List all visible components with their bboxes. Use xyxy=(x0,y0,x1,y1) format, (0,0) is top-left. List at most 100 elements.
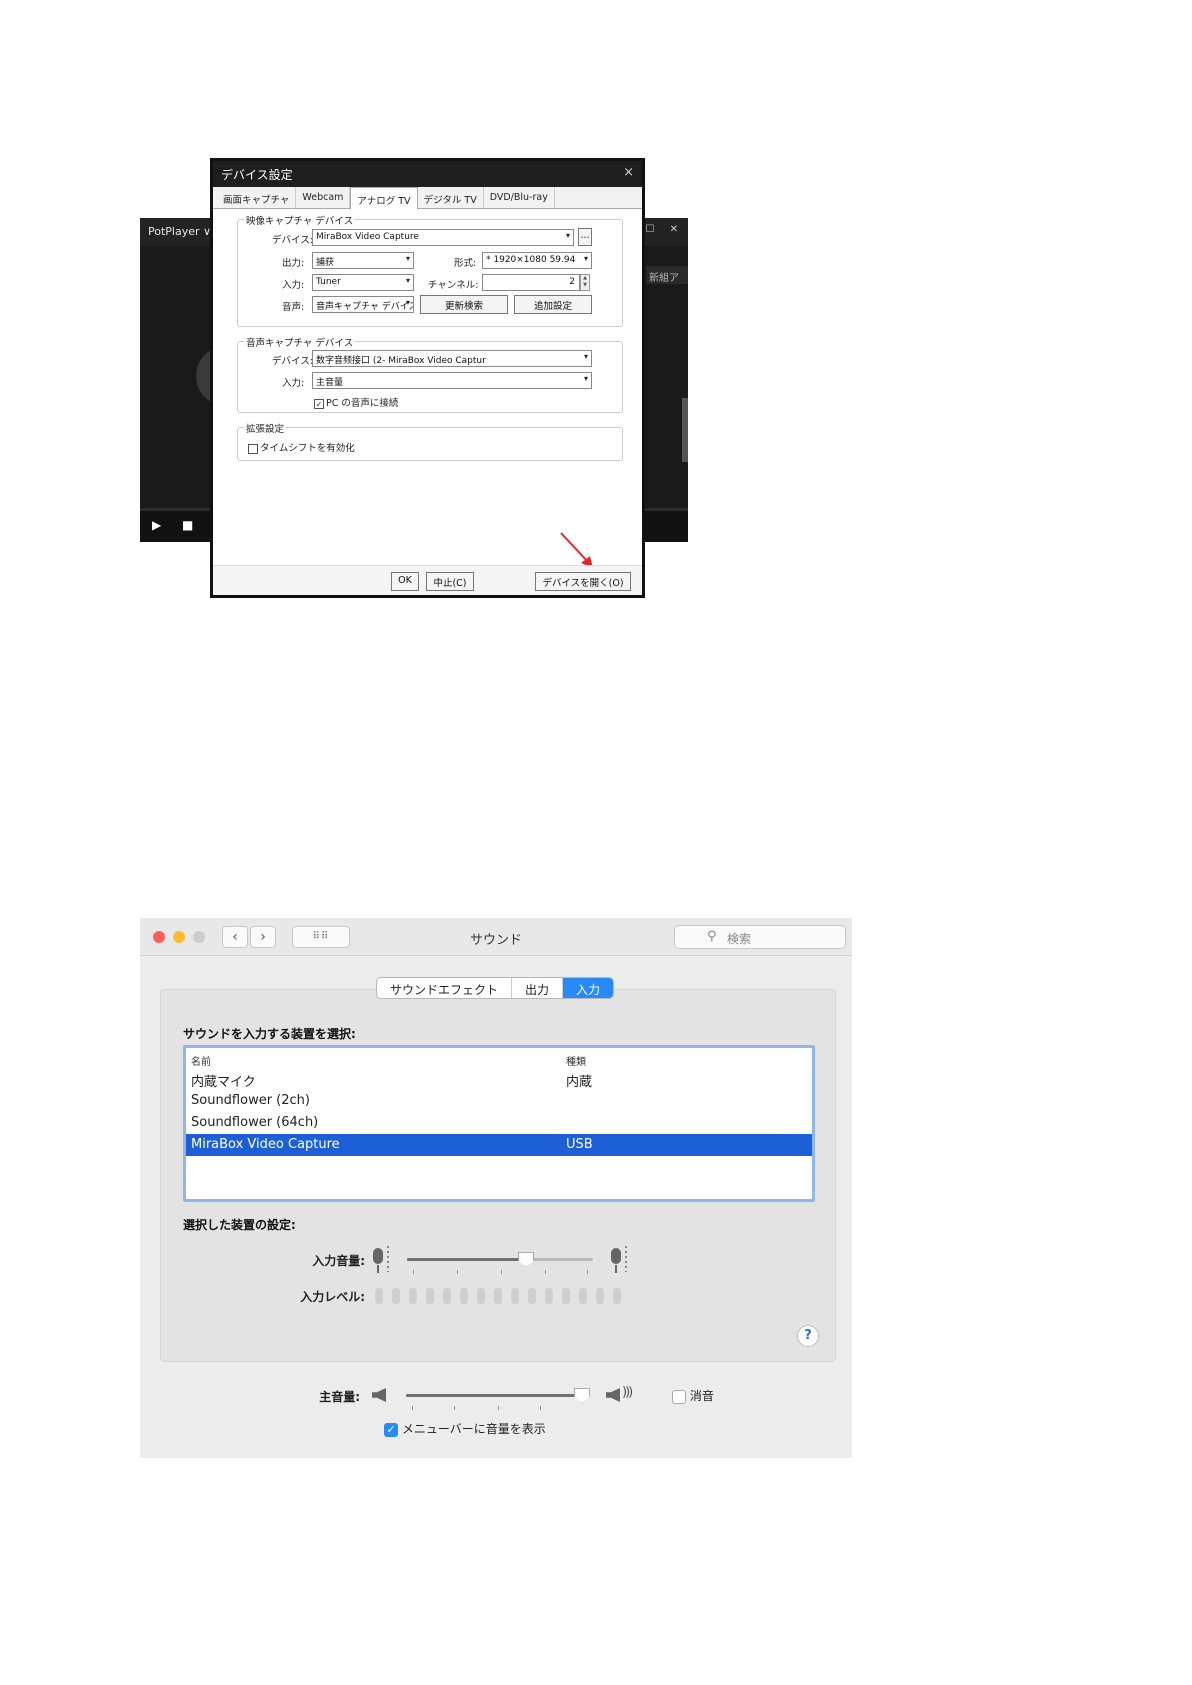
slider-tick xyxy=(413,1270,414,1274)
mute-label: 消音 xyxy=(689,1389,714,1403)
tab-output[interactable]: 出力 xyxy=(512,978,564,998)
audio-input-value: 主音量 xyxy=(316,378,344,388)
input-volume-knob[interactable] xyxy=(518,1252,534,1267)
device-name: 内蔵マイク xyxy=(191,1075,256,1090)
input-select[interactable]: Tuner ▾ xyxy=(312,274,414,291)
level-segment xyxy=(562,1288,570,1304)
advanced-settings-button[interactable]: 追加設定 xyxy=(514,295,592,314)
table-row[interactable]: 内蔵マイク 内蔵 xyxy=(186,1068,812,1090)
device-settings-dialog: デバイス設定 × 画面キャプチャ Webcam アナログ TV デジタル TV … xyxy=(210,158,645,598)
device-name: Soundflower (64ch) xyxy=(191,1115,319,1130)
help-button[interactable]: ? xyxy=(797,1325,819,1347)
level-segment xyxy=(613,1288,621,1304)
tab-screen-capture[interactable]: 画面キャプチャ xyxy=(217,187,297,208)
audio-input-select[interactable]: 主音量 ▾ xyxy=(312,372,592,389)
show-volume-in-menubar-checkbox[interactable]: ✓ xyxy=(384,1422,398,1437)
tab-digital-tv[interactable]: デジタル TV xyxy=(418,187,484,208)
pc-audio-checkbox[interactable]: ✓ xyxy=(314,398,324,409)
search-placeholder: 検索 xyxy=(727,932,752,946)
table-row-selected[interactable]: MiraBox Video Capture USB xyxy=(186,1134,812,1156)
channel-input[interactable]: 2 xyxy=(482,274,580,291)
channel-label: チャンネル: xyxy=(428,280,479,291)
tab-sound-effects[interactable]: サウンドエフェクト xyxy=(377,978,513,998)
level-segment xyxy=(392,1288,400,1304)
dialog-body: 映像キャプチャ デバイス デバイス: MiraBox Video Capture… xyxy=(213,209,642,565)
level-segment xyxy=(443,1288,451,1304)
level-segment xyxy=(528,1288,536,1304)
open-device-button[interactable]: デバイスを開く(O) xyxy=(535,572,631,591)
video-device-browse-button[interactable]: ... xyxy=(578,228,592,246)
input-volume-label: 入力音量: xyxy=(312,1254,365,1268)
tab-input[interactable]: 入力 xyxy=(563,978,614,998)
audio-capture-group: 音声キャプチャ デバイス デバイス: 数字音频接口 (2- MiraBox Vi… xyxy=(237,335,623,413)
refresh-search-button[interactable]: 更新検索 xyxy=(420,295,508,314)
slider-tick xyxy=(501,1270,502,1274)
level-segment xyxy=(579,1288,587,1304)
chevron-down-icon: ▾ xyxy=(583,352,588,361)
column-name[interactable]: 名前 xyxy=(191,1053,211,1068)
ok-button[interactable]: OK xyxy=(391,572,419,591)
level-segment xyxy=(375,1288,383,1304)
output-select[interactable]: 捕获 ▾ xyxy=(312,252,414,269)
input-device-table[interactable]: 名前 種類 内蔵マイク 内蔵 Soundflower (2ch) Soundfl… xyxy=(183,1045,815,1202)
output-value: 捕获 xyxy=(316,258,335,268)
menubar-label: メニューバーに音量を表示 xyxy=(401,1422,546,1436)
stop-icon[interactable]: ■ xyxy=(182,518,193,532)
input-level-meter xyxy=(375,1288,621,1304)
microphone-high-icon xyxy=(611,1248,621,1273)
sound-waves-icon: ))) xyxy=(622,1385,633,1400)
slider-tick xyxy=(454,1406,455,1410)
search-icon: ⚲ xyxy=(707,929,717,944)
tab-analog-tv[interactable]: アナログ TV xyxy=(350,187,418,210)
column-type[interactable]: 種類 xyxy=(566,1053,586,1068)
audio-select[interactable]: 音声キャプチャ デバイスを使▾ xyxy=(312,296,414,313)
video-capture-group-label: 映像キャプチャ デバイス xyxy=(244,213,356,227)
speaker-high-icon xyxy=(606,1388,620,1402)
slider-tick xyxy=(540,1406,541,1410)
pc-audio-checkbox-row[interactable]: ✓ PC の音声に接続 xyxy=(314,395,398,409)
tab-webcam[interactable]: Webcam xyxy=(296,187,351,208)
video-device-label: デバイス: xyxy=(272,235,313,246)
master-volume-knob[interactable] xyxy=(574,1388,590,1403)
master-volume-fill xyxy=(406,1394,588,1397)
level-segment xyxy=(426,1288,434,1304)
pc-audio-label: PC の音声に接続 xyxy=(326,398,399,409)
video-capture-group: 映像キャプチャ デバイス デバイス: MiraBox Video Capture… xyxy=(237,213,623,327)
potplayer-menu-button[interactable]: PotPlayer ∨ xyxy=(148,225,211,238)
mute-checkbox[interactable] xyxy=(672,1389,686,1404)
tab-dvd-bluray[interactable]: DVD/Blu-ray xyxy=(484,187,555,208)
input-panel: サウンドを入力する装置を選択: 名前 種類 内蔵マイク 内蔵 Soundflow… xyxy=(160,989,836,1362)
timeshift-label: タイムシフトを有効化 xyxy=(260,443,355,454)
input-value: Tuner xyxy=(316,277,341,287)
potplayer-scrollbar[interactable] xyxy=(682,398,688,462)
video-device-select[interactable]: MiraBox Video Capture ▾ xyxy=(312,229,574,246)
speaker-low-icon xyxy=(372,1388,386,1402)
dialog-footer: OK 中止(C) デバイスを開く(O) xyxy=(213,565,642,595)
table-row[interactable]: Soundflower (2ch) xyxy=(186,1090,812,1112)
table-header: 名前 種類 xyxy=(186,1048,812,1068)
level-segment xyxy=(596,1288,604,1304)
chevron-down-icon: ▾ xyxy=(583,374,588,383)
device-type: USB xyxy=(566,1137,593,1152)
format-select[interactable]: * 1920×1080 59.94 ▾ xyxy=(482,252,592,269)
timeshift-checkbox-row[interactable]: タイムシフトを有効化 xyxy=(248,440,355,454)
input-volume-fill xyxy=(407,1258,526,1261)
search-input[interactable]: ⚲ 検索 xyxy=(674,925,846,949)
audio-device-label: デバイス: xyxy=(272,356,313,367)
input-volume-slider[interactable] xyxy=(407,1252,593,1274)
close-icon[interactable]: × xyxy=(623,165,634,180)
cancel-button[interactable]: 中止(C) xyxy=(426,572,474,591)
timeshift-checkbox[interactable] xyxy=(248,443,258,454)
level-segment xyxy=(494,1288,502,1304)
audio-device-select[interactable]: 数字音频接口 (2- MiraBox Video Captur ▾ xyxy=(312,350,592,367)
play-icon[interactable]: ▶ xyxy=(152,518,161,532)
table-row[interactable]: Soundflower (64ch) xyxy=(186,1112,812,1134)
audio-value: 音声キャプチャ デバイスを使 xyxy=(316,302,413,312)
mute-checkbox-row[interactable]: 消音 xyxy=(672,1387,714,1404)
channel-stepper[interactable]: ▲ ▼ xyxy=(580,274,590,291)
master-volume-slider[interactable] xyxy=(406,1388,590,1410)
menubar-checkbox-row[interactable]: ✓ メニューバーに音量を表示 xyxy=(384,1420,546,1437)
device-name: Soundflower (2ch) xyxy=(191,1093,310,1108)
select-device-heading: サウンドを入力する装置を選択: xyxy=(183,1027,356,1041)
chevron-down-icon: ▾ xyxy=(583,254,588,263)
